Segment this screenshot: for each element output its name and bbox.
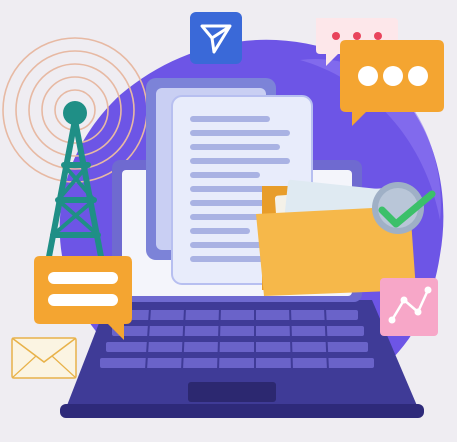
network-illustration bbox=[0, 0, 457, 442]
chart-icon bbox=[380, 278, 438, 336]
chat-bubble-left-icon bbox=[34, 256, 132, 340]
send-icon bbox=[190, 12, 242, 64]
laptop-touchpad bbox=[188, 382, 276, 402]
illustration-canvas bbox=[2, 12, 444, 418]
tower-top bbox=[63, 101, 87, 125]
laptop-base-edge bbox=[60, 404, 424, 418]
envelope-icon bbox=[11, 337, 77, 379]
